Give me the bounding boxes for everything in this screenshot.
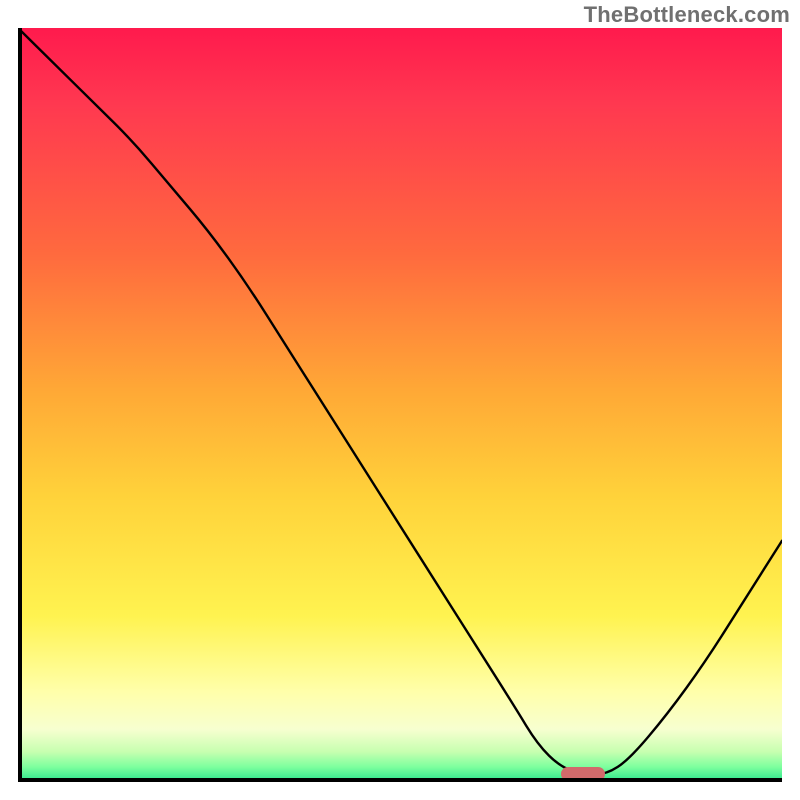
watermark-text: TheBottleneck.com bbox=[584, 2, 790, 28]
chart-container: TheBottleneck.com bbox=[0, 0, 800, 800]
plot-area bbox=[18, 28, 782, 782]
gradient-background bbox=[18, 28, 782, 782]
